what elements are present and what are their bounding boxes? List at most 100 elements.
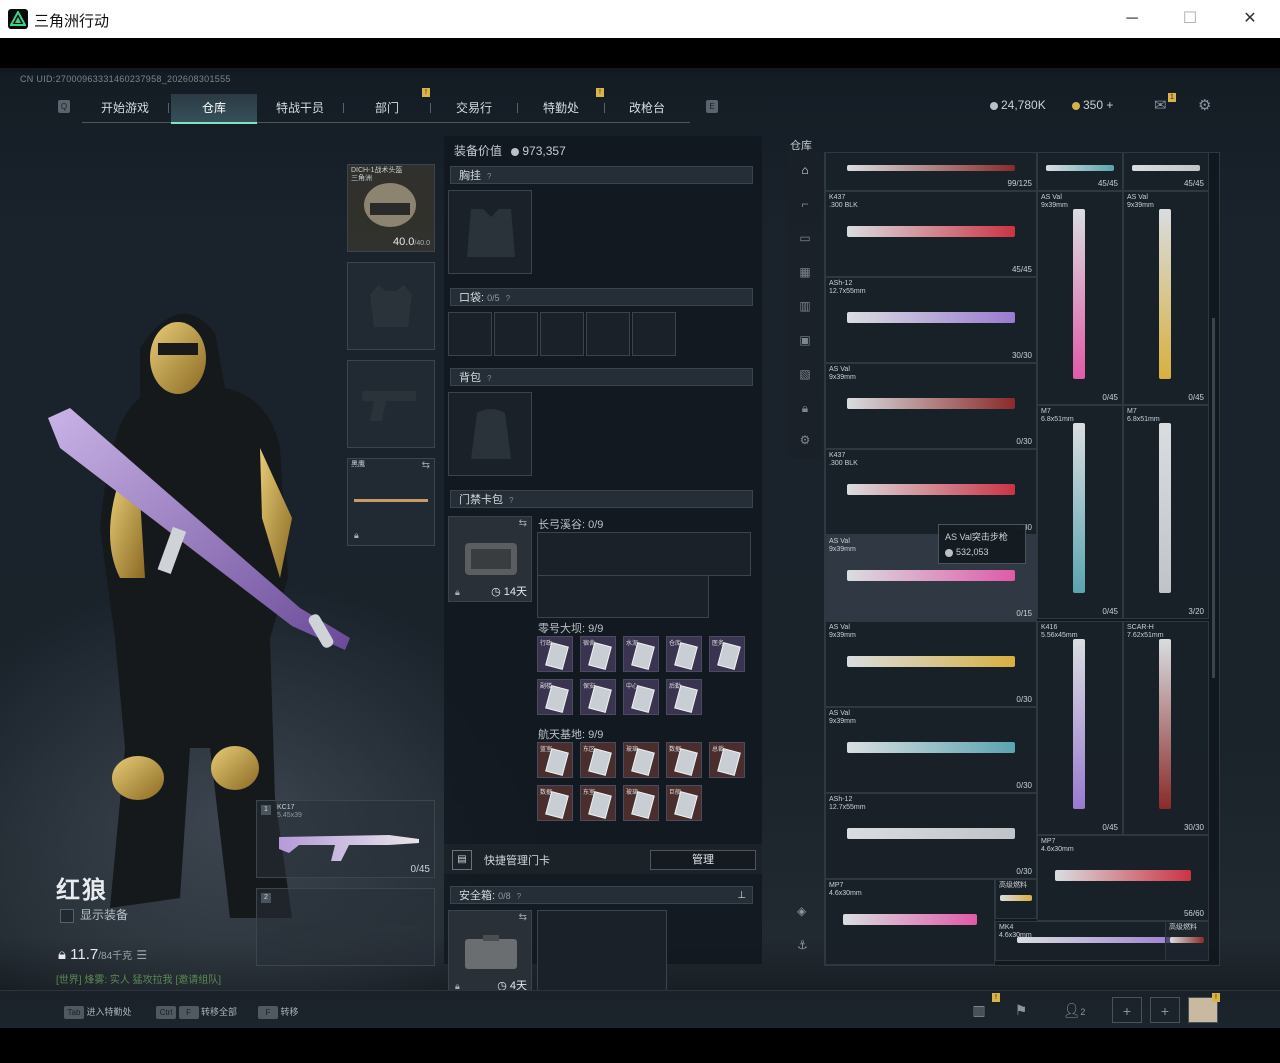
pocket-slot-1[interactable] [448,312,492,356]
maximize-button[interactable]: ☐ [1174,7,1206,31]
pocket-slot-5[interactable] [632,312,676,356]
keycard-item[interactable]: 数据 [537,785,573,821]
primary-weapon-slot[interactable]: 1 KC17 5.45x39 0/45 [256,800,435,878]
warehouse-item[interactable]: 45/45 [1123,153,1209,191]
manage-button[interactable]: 管理 [650,850,756,870]
swap-icon[interactable]: ⇆ [422,460,430,471]
keycard-item[interactable]: 玻璃 [623,742,659,778]
keycard-item[interactable]: 总裁 [709,742,745,778]
warehouse-item[interactable]: K437 .300 BLK0/30 [825,449,1037,535]
team-icon[interactable]: 👤︎2 [1054,997,1094,1023]
keycard-item[interactable]: 中心 [623,679,659,715]
category-all-icon[interactable]: ⌂ [797,162,813,178]
show-equipment-checkbox[interactable] [60,908,74,923]
invite-slot-2-button[interactable]: + [1150,997,1180,1023]
keycard-item[interactable]: 保安 [580,679,616,715]
tab-special-ops[interactable]: 特勤处 [518,94,604,122]
sort-icon[interactable]: ⚓ [797,938,808,952]
keycard-item[interactable]: 仓库 [666,636,702,672]
pistol-slot[interactable] [347,360,435,448]
show-equipment-toggle[interactable]: 显示装备 [60,906,128,923]
category-armor-icon[interactable]: ▦ [797,264,813,280]
warehouse-item[interactable]: AS Val 9x39mm 0/30 [825,363,1037,449]
pocket-slot-4[interactable] [586,312,630,356]
settings-gear-icon[interactable]: ⚙ [1198,96,1211,114]
warehouse-scrollbar[interactable] [1212,318,1215,678]
tab-operators[interactable]: 特战干员 [257,94,343,122]
keycard-item[interactable]: 玻璃 [623,785,659,821]
layers-icon[interactable]: ◈ [797,904,806,918]
swap-icon[interactable]: ⇆ [519,518,527,529]
keycard-case-slot[interactable]: ⇆ 🔒︎ ◷ 14天 [448,516,532,602]
category-medical-icon[interactable]: ▣ [797,332,813,348]
keycard-item[interactable]: 水泥 [623,636,659,672]
pocket-slot-2[interactable] [494,312,538,356]
helmet-slot[interactable]: DICH-1战术头盔 三角洲 40.0/40.0 [347,164,435,252]
hint-transfer-all[interactable]: Ctrl F 转移全部 [156,1005,237,1020]
category-settings-icon[interactable]: ⚙ [797,432,813,448]
list-icon[interactable]: ☰ [136,948,147,962]
warehouse-item[interactable]: ASh-12 12.7x55mm 30/30 [825,277,1037,363]
tab-warehouse[interactable]: 仓库 [171,94,257,124]
warehouse-item[interactable]: MP7 4.6x30mm [825,879,995,965]
category-collectible-icon[interactable]: ▧ [797,366,813,382]
warehouse-item[interactable]: K437 .300 BLK 45/45 [825,191,1037,277]
category-ammo-icon[interactable]: ▥ [797,298,813,314]
warehouse-item[interactable]: M7 6.8x51mm 3/20 [1123,405,1209,619]
warehouse-item[interactable]: AS Val 9x39mm 0/30 [825,621,1037,707]
map-longbow-valley-cards-row2[interactable] [537,576,709,618]
warehouse-item[interactable]: M7 6.8x51mm 0/45 [1037,405,1123,619]
keycard-item[interactable]: 行政 [537,636,573,672]
flag-icon[interactable]: ⚑ [1006,997,1036,1023]
warehouse-item[interactable]: 高级燃料 [1165,921,1209,961]
keycard-item[interactable]: 宿舍 [580,636,616,672]
keycard-item[interactable]: 东室 [580,785,616,821]
invite-slot-1-button[interactable]: + [1112,997,1142,1023]
keycard-item[interactable]: 数据 [666,742,702,778]
tab-market[interactable]: 交易行 [431,94,517,122]
keycard-item[interactable]: 东区 [580,742,616,778]
mail-icon[interactable]: ✉ [1154,96,1167,114]
pin-icon[interactable]: ⊥ [737,887,746,905]
hint-transfer[interactable]: F 转移 [258,1005,299,1020]
warehouse-item[interactable]: AS Val 9x39mm 0/45 [1123,191,1209,405]
armor-slot[interactable] [347,262,435,350]
minimize-button[interactable]: ─ [1116,7,1148,31]
warehouse-item[interactable]: 高级燃料 [995,879,1037,919]
stats-icon[interactable]: ▥ [964,997,994,1023]
map-longbow-valley-cards[interactable] [537,532,751,576]
warehouse-item[interactable]: AS Val 9x39mm 0/30 [825,707,1037,793]
add-coupon-button[interactable]: + [1106,98,1113,112]
tab-start-game[interactable]: 开始游戏 [82,94,168,122]
warehouse-item[interactable]: SCAR-H 7.62x51mm 30/30 [1123,621,1209,835]
warehouse-item[interactable]: MP7 4.6x30mm 56/60 [1037,835,1209,921]
keycard-item[interactable]: 副楼 [537,679,573,715]
hint-enter-special-ops[interactable]: Tab 进入特勤处 [64,1005,132,1020]
backpack-slot[interactable] [448,392,532,476]
keycard-item[interactable]: 医务 [709,636,745,672]
coupon-balance[interactable]: 350 + [1072,98,1113,112]
warehouse-item[interactable]: 45/45 [1037,153,1123,191]
hafu-coin-balance[interactable]: 24,780K [990,98,1046,112]
keycard-item[interactable]: 蓝室 [537,742,573,778]
warehouse-item[interactable]: AS Val 9x39mm 0/45 [1037,191,1123,405]
chest-rig-slot[interactable] [448,190,532,274]
world-chat-line[interactable]: [世界] 烽雾: 实人 猛攻拉我 [邀请组队] [56,971,221,986]
warehouse-item[interactable]: K416 5.56x45mm 0/45 [1037,621,1123,835]
safe-box-slot[interactable]: ⇆ 🔒︎ ◷ 4天 [448,910,532,996]
category-locked-icon[interactable]: 🔒︎ [797,400,813,416]
warehouse-item[interactable]: ASh-12 12.7x55mm 0/30 [825,793,1037,879]
close-button[interactable]: ✕ [1234,7,1266,31]
warehouse-item[interactable]: 99/125 [825,153,1037,191]
pocket-slot-3[interactable] [540,312,584,356]
swap-icon[interactable]: ⇆ [519,912,527,923]
category-rifle-icon[interactable]: ⌐ [797,196,813,212]
safe-box-grid[interactable] [537,910,667,996]
melee-slot[interactable]: 黑鹰 ⇆ 🔒︎ [347,458,435,546]
tab-gunsmith[interactable]: 改枪台 [604,94,690,122]
keycard-item[interactable]: 巨舰 [666,785,702,821]
secondary-weapon-slot[interactable]: 2 [256,888,435,966]
tab-department[interactable]: 部门 [344,94,430,122]
keycard-item[interactable]: 后勤 [666,679,702,715]
category-gear-icon[interactable]: ▭ [797,230,813,246]
